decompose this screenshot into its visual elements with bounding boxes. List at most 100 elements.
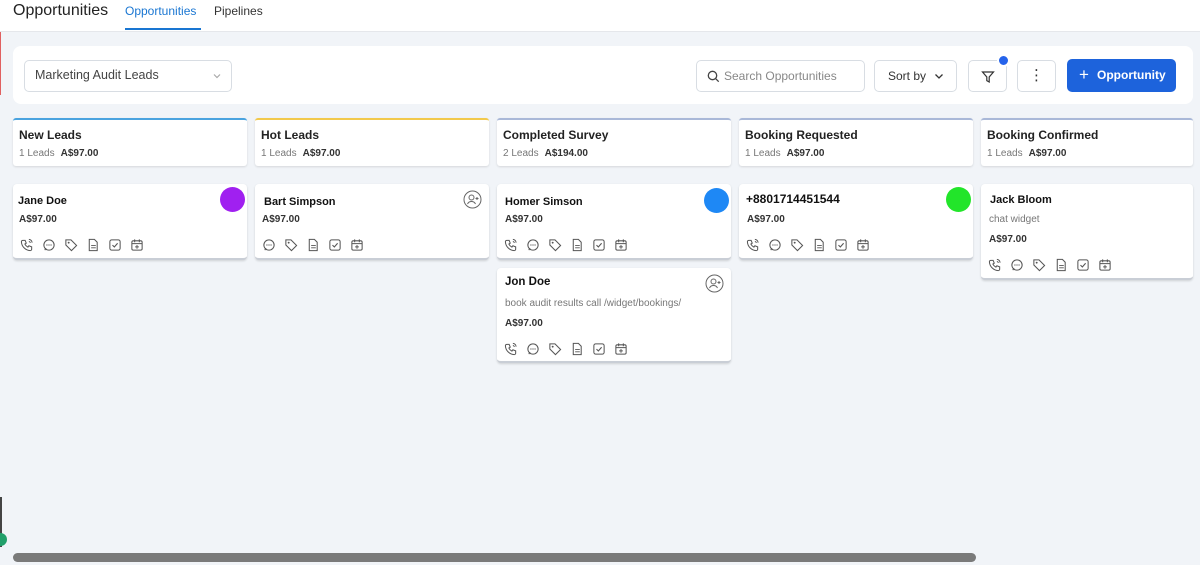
column-name: New Leads bbox=[19, 128, 82, 142]
column-count: 1 Leads bbox=[19, 148, 55, 159]
phone-icon[interactable] bbox=[746, 238, 760, 252]
column-count: 1 Leads bbox=[987, 148, 1023, 159]
calendar-icon[interactable] bbox=[1098, 258, 1112, 272]
filter-indicator-badge bbox=[997, 54, 1010, 67]
column-total: A$97.00 bbox=[60, 148, 99, 159]
card-value: A$97.00 bbox=[505, 214, 543, 225]
avatar bbox=[220, 187, 245, 212]
card-actions bbox=[988, 258, 1112, 272]
column-header-booking-confirmed: Booking Confirmed 1 Leads A$97.00 bbox=[981, 118, 1193, 166]
horizontal-scrollbar[interactable] bbox=[13, 553, 976, 562]
chat-icon[interactable] bbox=[526, 238, 540, 252]
avatar bbox=[704, 188, 729, 213]
note-icon[interactable] bbox=[570, 238, 584, 252]
tag-icon[interactable] bbox=[548, 342, 562, 356]
column-meta: 1 Leads A$97.00 bbox=[261, 148, 340, 159]
assign-user-icon[interactable] bbox=[705, 274, 724, 293]
avatar bbox=[946, 187, 971, 212]
task-icon[interactable] bbox=[592, 238, 606, 252]
filter-icon bbox=[981, 71, 995, 84]
opportunity-card-homer-simson[interactable]: Homer Simson A$97.00 bbox=[497, 184, 731, 260]
search-input[interactable]: Search Opportunities bbox=[696, 60, 865, 92]
chat-icon[interactable] bbox=[1010, 258, 1024, 272]
task-icon[interactable] bbox=[834, 238, 848, 252]
note-icon[interactable] bbox=[1054, 258, 1068, 272]
note-icon[interactable] bbox=[306, 238, 320, 252]
card-actions bbox=[504, 238, 628, 252]
card-value: A$97.00 bbox=[747, 214, 785, 225]
column-header-booking-requested: Booking Requested 1 Leads A$97.00 bbox=[739, 118, 973, 166]
card-description: chat widget bbox=[989, 214, 1040, 225]
task-icon[interactable] bbox=[592, 342, 606, 356]
chat-icon[interactable] bbox=[42, 238, 56, 252]
task-icon[interactable] bbox=[108, 238, 122, 252]
column-meta: 1 Leads A$97.00 bbox=[987, 148, 1066, 159]
chat-icon[interactable] bbox=[262, 238, 276, 252]
add-opportunity-label: Opportunity bbox=[1097, 68, 1166, 82]
column-count: 1 Leads bbox=[261, 148, 297, 159]
chevron-down-icon bbox=[935, 74, 943, 79]
card-value: A$97.00 bbox=[262, 214, 300, 225]
column-name: Booking Requested bbox=[745, 128, 858, 142]
sort-by-label: Sort by bbox=[888, 69, 927, 83]
task-icon[interactable] bbox=[1076, 258, 1090, 272]
tab-pipelines[interactable]: Pipelines bbox=[214, 4, 263, 28]
card-name: Jane Doe bbox=[18, 195, 67, 207]
calendar-icon[interactable] bbox=[130, 238, 144, 252]
toolbar: Marketing Audit Leads Search Opportuniti… bbox=[13, 46, 1193, 104]
column-name: Completed Survey bbox=[503, 128, 609, 142]
search-placeholder: Search Opportunities bbox=[724, 69, 837, 83]
task-icon[interactable] bbox=[328, 238, 342, 252]
sort-by-button[interactable]: Sort by bbox=[874, 60, 957, 92]
column-meta: 1 Leads A$97.00 bbox=[19, 148, 98, 159]
opportunity-card-jane-doe[interactable]: Jane Doe A$97.00 bbox=[13, 184, 247, 260]
phone-icon[interactable] bbox=[504, 342, 518, 356]
phone-icon[interactable] bbox=[504, 238, 518, 252]
chat-icon[interactable] bbox=[768, 238, 782, 252]
opportunity-card-phone-lead[interactable]: +8801714451544 A$97.00 bbox=[739, 184, 973, 260]
page-title: Opportunities bbox=[13, 2, 109, 19]
chat-icon[interactable] bbox=[526, 342, 540, 356]
card-description: book audit results call /widget/bookings… bbox=[505, 298, 682, 309]
top-bar: Opportunities Opportunities Pipelines bbox=[0, 0, 1200, 32]
tab-opportunities[interactable]: Opportunities bbox=[125, 4, 201, 30]
card-value: A$97.00 bbox=[989, 234, 1027, 245]
note-icon[interactable] bbox=[570, 342, 584, 356]
column-header-new-leads: New Leads 1 Leads A$97.00 bbox=[13, 118, 247, 166]
card-actions bbox=[746, 238, 870, 252]
card-actions bbox=[20, 238, 144, 252]
opportunity-card-jack-bloom[interactable]: Jack Bloom chat widget A$97.00 bbox=[981, 184, 1193, 280]
pipeline-select[interactable]: Marketing Audit Leads bbox=[24, 60, 232, 92]
opportunity-card-bart-simpson[interactable]: Bart Simpson A$97.00 bbox=[255, 184, 489, 260]
tag-icon[interactable] bbox=[284, 238, 298, 252]
card-value: A$97.00 bbox=[505, 318, 543, 329]
column-count: 1 Leads bbox=[745, 148, 781, 159]
more-options-button[interactable]: ⋮ bbox=[1017, 60, 1056, 92]
tag-icon[interactable] bbox=[64, 238, 78, 252]
column-header-completed-survey: Completed Survey 2 Leads A$194.00 bbox=[497, 118, 731, 166]
plus-icon: + bbox=[1079, 65, 1089, 84]
tag-icon[interactable] bbox=[1032, 258, 1046, 272]
calendar-icon[interactable] bbox=[856, 238, 870, 252]
card-name: Bart Simpson bbox=[264, 196, 336, 208]
note-icon[interactable] bbox=[86, 238, 100, 252]
tag-icon[interactable] bbox=[790, 238, 804, 252]
phone-icon[interactable] bbox=[20, 238, 34, 252]
card-name: +8801714451544 bbox=[746, 192, 840, 206]
opportunity-card-jon-doe[interactable]: Jon Doe book audit results call /widget/… bbox=[497, 268, 731, 363]
left-edge-marker bbox=[0, 32, 1, 95]
status-dot bbox=[0, 533, 7, 546]
add-opportunity-button[interactable]: + Opportunity bbox=[1067, 59, 1176, 92]
column-total: A$97.00 bbox=[786, 148, 825, 159]
column-name: Hot Leads bbox=[261, 128, 320, 142]
tag-icon[interactable] bbox=[548, 238, 562, 252]
calendar-icon[interactable] bbox=[614, 342, 628, 356]
card-actions bbox=[504, 342, 628, 356]
more-vertical-icon: ⋮ bbox=[1029, 67, 1044, 84]
assign-user-icon[interactable] bbox=[463, 190, 482, 209]
note-icon[interactable] bbox=[812, 238, 826, 252]
phone-icon[interactable] bbox=[988, 258, 1002, 272]
card-name: Homer Simson bbox=[505, 196, 583, 208]
calendar-icon[interactable] bbox=[350, 238, 364, 252]
calendar-icon[interactable] bbox=[614, 238, 628, 252]
